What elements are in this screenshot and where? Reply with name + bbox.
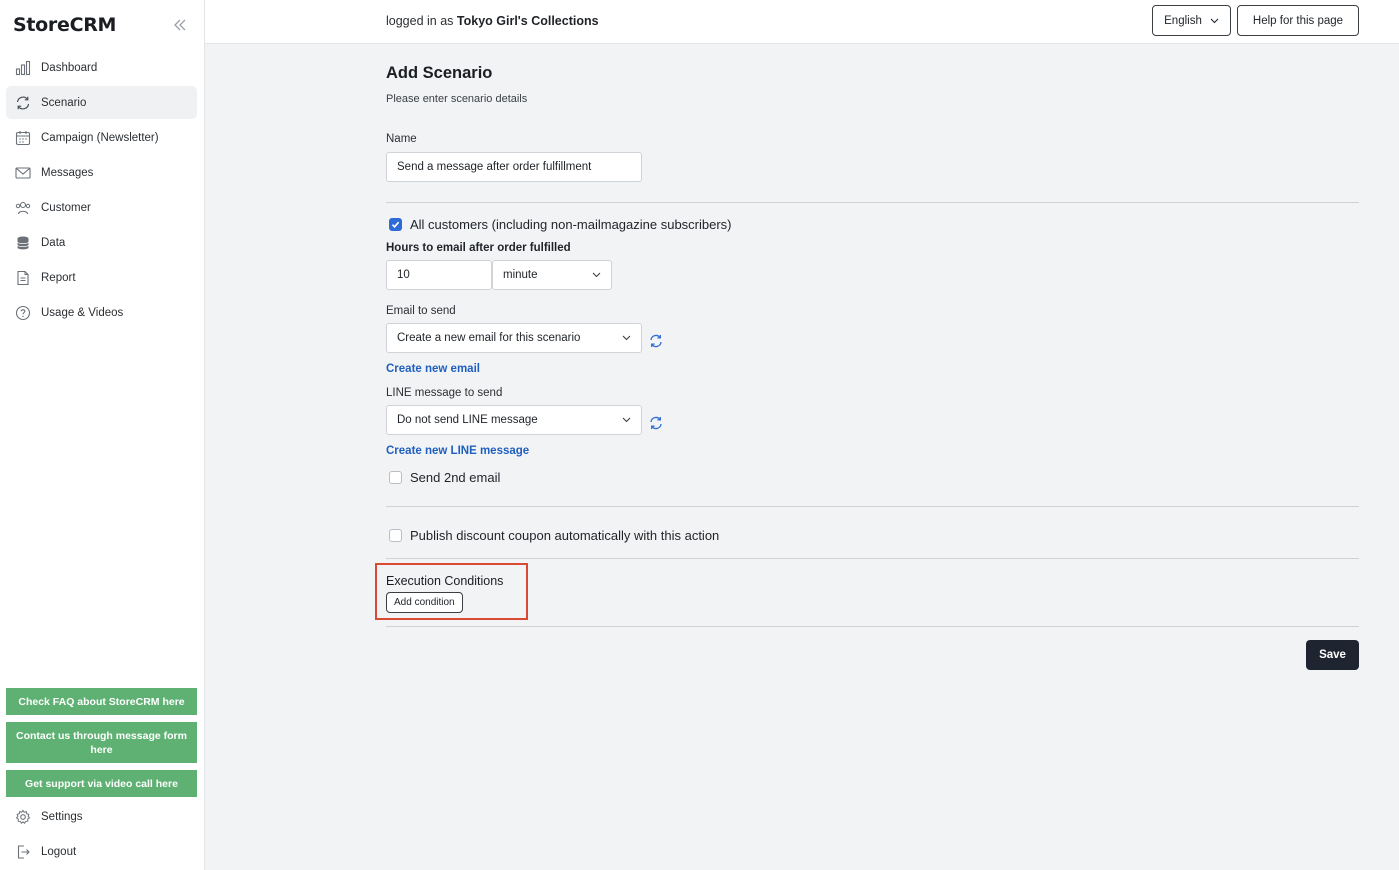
settings-label: Settings [41, 811, 83, 823]
sidebar-item-scenario[interactable]: Scenario [6, 86, 197, 119]
sidebar-item-settings[interactable]: Settings [6, 802, 197, 832]
line-value: Do not send LINE message [397, 414, 538, 426]
coupon-checkbox[interactable] [389, 529, 402, 542]
checkmark-icon [391, 221, 400, 228]
page-title: Add Scenario [386, 64, 493, 82]
store-name: Tokyo Girl's Collections [456, 14, 599, 28]
divider [386, 558, 1359, 559]
contact-form-button[interactable]: Contact us through message form here [6, 722, 197, 763]
execution-conditions-title: Execution Conditions [386, 574, 504, 588]
sidebar-item-data[interactable]: Data [6, 226, 197, 259]
sidebar-item-label: Campaign (Newsletter) [41, 131, 159, 144]
hours-label: Hours to email after order fulfilled [386, 242, 571, 254]
hours-input[interactable]: 10 [386, 260, 492, 290]
video-call-button[interactable]: Get support via video call here [6, 770, 197, 797]
hours-value: 10 [397, 269, 410, 281]
sidebar-item-label: Data [41, 236, 66, 249]
second-email-checkbox-row[interactable]: Send 2nd email [389, 470, 500, 485]
calendar-icon [14, 129, 32, 147]
faq-button[interactable]: Check FAQ about StoreCRM here [6, 688, 197, 715]
unit-value: minute [503, 269, 538, 281]
email-value: Create a new email for this scenario [397, 332, 581, 344]
coupon-label: Publish discount coupon automatically wi… [410, 528, 720, 543]
line-select[interactable]: Do not send LINE message [386, 405, 642, 435]
all-customers-checkbox[interactable] [389, 218, 402, 231]
email-label: Email to send [386, 305, 456, 317]
sidebar-item-dashboard[interactable]: Dashboard [6, 51, 197, 84]
refresh-icon [14, 94, 32, 112]
divider [386, 202, 1359, 203]
all-customers-label: All customers (including non-mailmagazin… [410, 217, 732, 232]
divider [386, 626, 1359, 627]
sidebar-item-label: Report [41, 271, 76, 284]
second-email-label: Send 2nd email [410, 470, 501, 485]
divider [386, 506, 1359, 507]
help-circle-icon [14, 304, 32, 322]
logged-in-prefix: logged in as [386, 14, 454, 28]
email-select[interactable]: Create a new email for this scenario [386, 323, 642, 353]
line-label: LINE message to send [386, 387, 503, 399]
language-select[interactable]: English [1152, 5, 1231, 36]
top-header: logged in as Tokyo Girl's Collections En… [205, 0, 1399, 44]
sidebar-item-label: Messages [41, 166, 94, 179]
name-label: Name [386, 133, 417, 145]
create-line-link[interactable]: Create new LINE message [386, 445, 529, 457]
unit-select[interactable]: minute [492, 260, 612, 290]
sidebar-item-logout[interactable]: Logout [6, 837, 197, 867]
language-value: English [1164, 14, 1202, 27]
bar-chart-icon [14, 59, 32, 77]
logout-icon [14, 843, 32, 861]
users-icon [14, 199, 32, 217]
sidebar-item-label: Usage & Videos [41, 306, 124, 319]
document-icon [14, 269, 32, 287]
sidebar: StoreCRM Dashboard Scenario Campaign (Ne… [0, 0, 205, 870]
sidebar-item-report[interactable]: Report [6, 261, 197, 294]
sidebar-item-customer[interactable]: Customer [6, 191, 197, 224]
sidebar-item-messages[interactable]: Messages [6, 156, 197, 189]
page-subtitle: Please enter scenario details [386, 93, 528, 105]
sidebar-item-campaign[interactable]: Campaign (Newsletter) [6, 121, 197, 154]
chevron-down-icon [1210, 18, 1219, 24]
add-condition-button[interactable]: Add condition [386, 592, 463, 613]
coupon-checkbox-row[interactable]: Publish discount coupon automatically wi… [389, 528, 719, 543]
sidebar-item-label: Customer [41, 201, 91, 214]
logout-label: Logout [41, 846, 77, 858]
gear-icon [14, 808, 32, 826]
chevron-down-icon [622, 335, 631, 341]
chevron-down-icon [622, 417, 631, 423]
name-value: Send a message after order fulfillment [397, 161, 592, 173]
sidebar-nav: Dashboard Scenario Campaign (Newsletter)… [6, 51, 197, 331]
database-icon [14, 234, 32, 252]
refresh-line-icon[interactable] [649, 416, 663, 430]
sidebar-item-label: Scenario [41, 96, 87, 109]
app-logo: StoreCRM [13, 14, 117, 36]
refresh-email-icon[interactable] [649, 334, 663, 348]
save-button[interactable]: Save [1306, 640, 1359, 670]
sidebar-item-label: Dashboard [41, 61, 98, 74]
logged-in-text: logged in as Tokyo Girl's Collections [386, 14, 599, 28]
collapse-sidebar-icon[interactable] [172, 17, 188, 33]
name-input[interactable]: Send a message after order fulfillment [386, 152, 642, 182]
second-email-checkbox[interactable] [389, 471, 402, 484]
envelope-icon [14, 164, 32, 182]
help-button[interactable]: Help for this page [1237, 5, 1359, 36]
chevron-down-icon [592, 272, 601, 278]
create-email-link[interactable]: Create new email [386, 363, 480, 375]
sidebar-item-usage-videos[interactable]: Usage & Videos [6, 296, 197, 329]
all-customers-checkbox-row[interactable]: All customers (including non-mailmagazin… [389, 217, 732, 232]
